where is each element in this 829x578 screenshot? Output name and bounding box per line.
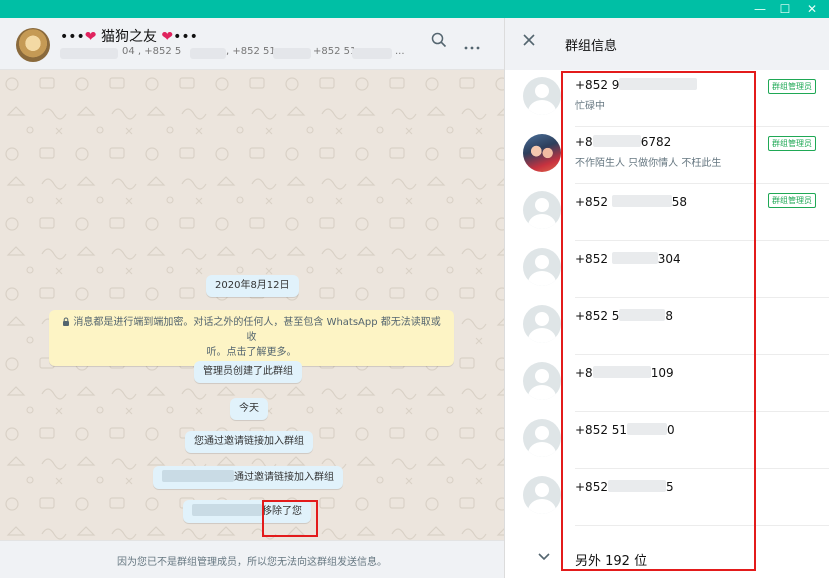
maximize-button[interactable]: ☐: [770, 0, 800, 18]
close-icon[interactable]: [522, 31, 536, 52]
highlight-box-members: [561, 71, 756, 571]
default-avatar-icon: [523, 419, 561, 457]
group-info-header: 群组信息: [505, 18, 829, 70]
heart-icon: ❤: [84, 29, 97, 45]
redacted-text: [352, 48, 392, 59]
default-avatar-icon: [523, 191, 561, 229]
group-name: 猫狗之友: [100, 29, 157, 45]
system-message-member-joined: 通过邀请链接加入群组: [153, 466, 343, 489]
group-info-title: 群组信息: [565, 39, 618, 54]
redacted-name: [162, 470, 234, 482]
cannot-send-notice: 因为您已不是群组管理成员，所以您无法向这群组发送信息。: [117, 557, 387, 568]
admin-badge: 群组管理员: [768, 79, 816, 94]
encryption-notice[interactable]: 消息都是进行端到端加密。对话之外的任何人，甚至包含 WhatsApp 都无法读取…: [49, 310, 454, 366]
group-participants-preview: 04 , +852 5 , +852 51 +852 51 ...: [60, 46, 405, 62]
chat-messages-area[interactable]: 2020年8月12日 消息都是进行端到端加密。对话之外的任何人，甚至包含 Wha…: [0, 70, 504, 540]
heart-icon: ❤: [161, 29, 174, 45]
date-chip: 2020年8月12日: [206, 275, 299, 297]
participant-preview-ellipsis: ...: [395, 46, 405, 57]
redacted-name: [192, 504, 262, 516]
member-photo-avatar: [523, 134, 561, 172]
admin-badge: 群组管理员: [768, 193, 816, 208]
admin-badge: 群组管理员: [768, 136, 816, 151]
system-message-group-created: 管理员创建了此群组: [194, 361, 302, 383]
composer-disabled-bar: 因为您已不是群组管理成员，所以您无法向这群组发送信息。: [0, 540, 504, 578]
member-joined-text: 通过邀请链接加入群组: [234, 472, 334, 483]
chat-header[interactable]: •••❤ 猫狗之友 ❤••• 04 , +852 5 , +852 51 +85…: [0, 18, 504, 70]
system-message-you-joined: 您通过邀请链接加入群组: [185, 431, 313, 453]
redacted-text: [190, 48, 226, 59]
encryption-notice-text-1: 消息都是进行端到端加密。对话之外的任何人，甚至包含 WhatsApp 都无法读取…: [73, 317, 441, 343]
title-dots-right: •••: [173, 29, 198, 45]
search-icon[interactable]: [431, 32, 447, 53]
group-info-panel: 群组信息 +852 9 忙碌中 群组管理员 +8 6782 不作陌生人 只做你情人…: [504, 18, 829, 578]
today-chip: 今天: [230, 398, 268, 420]
more-vertical-icon[interactable]: [464, 36, 480, 56]
chevron-down-icon: [538, 546, 550, 565]
group-avatar[interactable]: [16, 28, 50, 62]
redacted-text: [60, 48, 118, 59]
default-avatar-icon: [523, 248, 561, 286]
participant-preview: 04 , +852 5: [122, 46, 182, 57]
default-avatar-icon: [523, 362, 561, 400]
encryption-notice-text-2: 听。点击了解更多。: [206, 347, 297, 358]
participant-preview: +852 51: [313, 46, 357, 57]
lock-icon: [62, 317, 73, 328]
title-dots-left: •••: [60, 29, 85, 45]
redacted-text: [273, 48, 311, 59]
participant-preview: , +852 51: [226, 46, 276, 57]
default-avatar-icon: [523, 305, 561, 343]
highlight-box-removed: [262, 500, 318, 537]
window-titlebar: — ☐ ✕: [0, 0, 829, 18]
group-title[interactable]: •••❤ 猫狗之友 ❤•••: [60, 26, 198, 46]
close-window-button[interactable]: ✕: [797, 0, 827, 18]
default-avatar-icon: [523, 476, 561, 514]
default-avatar-icon: [523, 77, 561, 115]
